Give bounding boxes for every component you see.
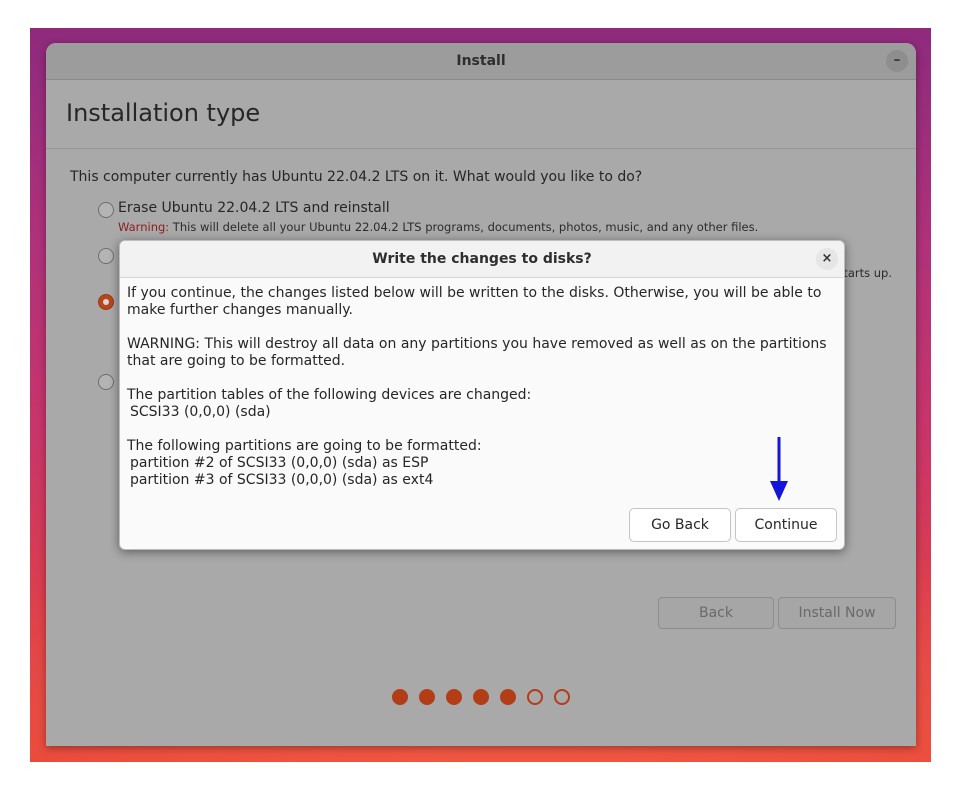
progress-dots — [392, 689, 570, 705]
option-2-description-tail: starts up. — [837, 266, 892, 280]
down-arrow-icon — [770, 437, 788, 501]
warning-prefix: Warning: — [118, 220, 170, 234]
radio-option-2[interactable] — [98, 248, 114, 264]
continue-button[interactable]: Continue — [735, 508, 837, 542]
minimize-button[interactable]: – — [886, 50, 908, 72]
format-item: partition #2 of SCSI33 (0,0,0) (sda) as … — [130, 455, 429, 471]
header-divider — [46, 148, 916, 149]
partition-tables-device: SCSI33 (0,0,0) (sda) — [130, 404, 271, 420]
partition-tables-heading: The partition tables of the following de… — [127, 387, 532, 403]
progress-dot-3 — [446, 689, 462, 705]
progress-dot-6 — [527, 689, 543, 705]
radio-option-3-selected[interactable] — [98, 294, 114, 310]
format-item: partition #3 of SCSI33 (0,0,0) (sda) as … — [130, 472, 434, 488]
install-question: This computer currently has Ubuntu 22.04… — [70, 169, 643, 185]
minimize-icon: – — [893, 52, 901, 68]
window-title: Install — [456, 53, 506, 69]
format-heading: The following partitions are going to be… — [127, 438, 482, 454]
progress-dot-1 — [392, 689, 408, 705]
radio-option-4[interactable] — [98, 374, 114, 390]
progress-dot-5 — [500, 689, 516, 705]
close-icon: × — [821, 251, 833, 266]
install-now-button[interactable]: Install Now — [778, 597, 896, 629]
progress-dot-2 — [419, 689, 435, 705]
dialog-warning-text: WARNING: This will destroy all data on a… — [127, 336, 827, 369]
page-title: Installation type — [66, 99, 261, 127]
dialog-intro-text: If you continue, the changes listed belo… — [127, 285, 822, 318]
go-back-button[interactable]: Go Back — [629, 508, 731, 542]
radio-erase-reinstall[interactable] — [98, 202, 114, 218]
dialog-body: If you continue, the changes listed belo… — [127, 285, 839, 489]
option-warning: Warning: This will delete all your Ubunt… — [118, 220, 758, 234]
dialog-titlebar: Write the changes to disks? × — [120, 241, 844, 278]
progress-dot-7 — [554, 689, 570, 705]
option-erase-reinstall-label[interactable]: Erase Ubuntu 22.04.2 LTS and reinstall — [118, 200, 390, 216]
window-titlebar: Install – — [46, 43, 916, 80]
back-button[interactable]: Back — [658, 597, 774, 629]
write-changes-dialog: Write the changes to disks? × If you con… — [119, 240, 845, 550]
warning-text: This will delete all your Ubuntu 22.04.2… — [169, 220, 759, 234]
dialog-close-button[interactable]: × — [816, 248, 838, 270]
dialog-title: Write the changes to disks? — [372, 251, 592, 267]
progress-dot-4 — [473, 689, 489, 705]
